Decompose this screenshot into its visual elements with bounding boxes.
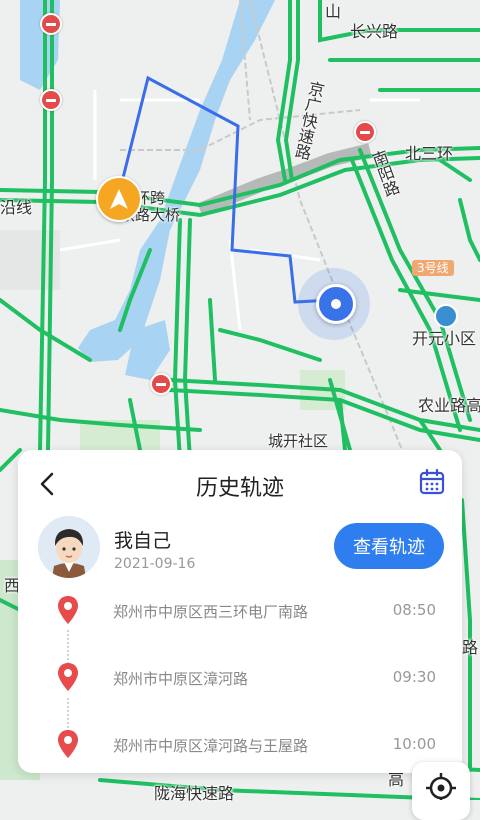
building-icon (434, 304, 458, 328)
map-label: 沿线 (0, 198, 33, 217)
track-record[interactable]: 郑州市中原区漳河路与王屋路 10:00 (18, 725, 462, 765)
map-label: 路 (462, 638, 479, 657)
track-record[interactable]: 郑州市中原区西三环电厂南路 08:50 (18, 591, 462, 631)
location-pin-icon (58, 730, 78, 758)
current-location-icon (316, 284, 356, 324)
avatar (38, 516, 100, 578)
calendar-icon (419, 468, 445, 495)
map-label: 农业路高 (418, 396, 480, 415)
user-name: 我自己 (114, 530, 172, 552)
history-track-sheet: 历史轨迹 我自己 2021-09-16 查看轨迹 郑州市中原区西三环电厂南路 0… (18, 450, 462, 773)
record-time: 10:00 (392, 735, 436, 753)
map-label: 开元小区 (412, 329, 477, 348)
map-label: 高 (388, 770, 405, 789)
map-label: 城开社区 (268, 432, 329, 450)
record-time: 09:30 (392, 668, 436, 686)
no-entry-icon (40, 13, 62, 35)
record-address: 郑州市中原区漳河路与王屋路 (113, 737, 309, 755)
track-date: 2021-09-16 (114, 556, 196, 572)
calendar-button[interactable] (418, 468, 446, 496)
crosshair-icon (426, 773, 456, 800)
map-label: 长兴路 (350, 22, 399, 41)
sheet-title: 历史轨迹 (195, 476, 284, 501)
map-label: 北三环 (405, 144, 454, 163)
navigation-arrow-icon (96, 176, 142, 222)
map-label: 山 (325, 2, 342, 21)
track-record[interactable]: 郑州市中原区漳河路 09:30 (18, 658, 462, 698)
view-track-button[interactable]: 查看轨迹 (334, 523, 444, 569)
record-address: 郑州市中原区漳河路 (113, 670, 249, 688)
locate-me-button[interactable] (412, 762, 470, 820)
record-address: 郑州市中原区西三环电厂南路 (113, 603, 309, 621)
location-pin-icon (58, 596, 78, 624)
location-pin-icon (58, 663, 78, 691)
record-time: 08:50 (392, 601, 436, 619)
no-entry-icon (40, 89, 62, 111)
metro-line-label: 3号线 (412, 260, 454, 276)
no-entry-icon (354, 121, 376, 143)
no-entry-icon (150, 373, 172, 395)
